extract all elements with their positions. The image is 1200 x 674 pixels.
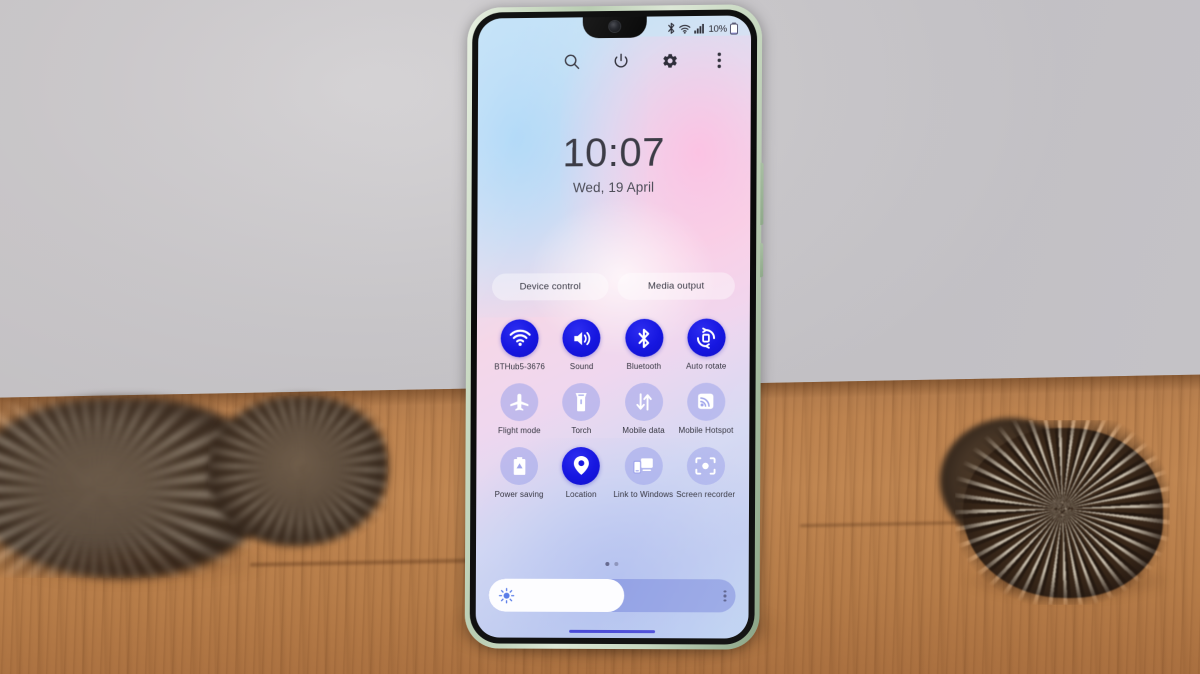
quick-toggle-label: Mobile Hotspot	[678, 425, 734, 435]
wifi-icon	[500, 319, 539, 358]
quick-toggle-flight-mode[interactable]: Flight mode	[488, 382, 550, 436]
pine-cone-shadow	[0, 540, 270, 585]
front-camera	[608, 20, 620, 33]
quick-toggle-wifi[interactable]: BTHub5-3676	[489, 319, 551, 372]
quick-settings-grid: BTHub5-3676 Sound Bluetooth Auto rotate …	[488, 318, 738, 510]
battery-saver-icon	[500, 446, 539, 485]
pine-cone-scales	[955, 420, 1170, 605]
quick-panel-header	[478, 47, 751, 74]
quick-toggle-auto-rotate[interactable]: Auto rotate	[675, 318, 738, 371]
media-output-button[interactable]: Media output	[617, 272, 735, 300]
quick-toggle-mobile-hotspot[interactable]: Mobile Hotspot	[675, 382, 738, 435]
quick-toggle-mobile-data[interactable]: Mobile data	[612, 382, 675, 436]
gesture-home-bar[interactable]	[568, 629, 655, 634]
more-options-icon[interactable]	[707, 48, 731, 72]
page-dot[interactable]	[605, 561, 610, 566]
screen-recorder-icon	[686, 446, 726, 485]
quick-toggle-torch[interactable]: Torch	[550, 382, 612, 436]
bluetooth-icon	[666, 22, 675, 37]
device-control-button[interactable]: Device control	[491, 273, 609, 301]
quick-settings-row: Flight mode Torch Mobile data Mobile Hot…	[488, 382, 737, 435]
quick-toggle-label: BTHub5-3676	[494, 362, 545, 372]
quick-toggle-sound[interactable]: Sound	[551, 319, 613, 372]
quick-toggle-screen-recorder[interactable]: Screen recorder	[674, 446, 737, 499]
clock-widget: 10:07 Wed, 19 April	[478, 130, 751, 196]
quick-toggle-location[interactable]: Location	[550, 446, 612, 499]
auto-rotate-icon	[687, 318, 726, 357]
phone-screen: 10% 10:07 Wed, 19 April Device control M…	[475, 15, 752, 639]
quick-settings-row: BTHub5-3676 Sound Bluetooth Auto rotate	[489, 318, 738, 372]
status-bar: 10%	[666, 22, 739, 38]
quick-toggle-label: Bluetooth	[626, 361, 662, 371]
quick-toggle-label: Torch	[571, 425, 592, 435]
wifi-icon	[678, 23, 690, 37]
smartphone-device: 10% 10:07 Wed, 19 April Device control M…	[464, 4, 764, 650]
search-icon[interactable]	[560, 49, 584, 73]
location-pin-icon	[562, 446, 601, 485]
shortcut-pill-row: Device control Media output	[491, 272, 735, 301]
page-dot[interactable]	[614, 562, 619, 567]
quick-toggle-label: Screen recorder	[676, 489, 736, 499]
battery-icon	[729, 23, 739, 35]
brightness-more-options-icon[interactable]	[723, 589, 727, 602]
display-notch	[582, 15, 647, 39]
brightness-slider[interactable]	[488, 578, 736, 613]
quick-toggle-power-saving[interactable]: Power saving	[488, 446, 550, 500]
battery-percent-label: 10%	[708, 23, 727, 35]
page-indicator	[476, 561, 749, 567]
quick-toggle-label: Auto rotate	[686, 361, 727, 371]
brightness-sun-icon	[499, 587, 515, 603]
quick-toggle-label: Power saving	[494, 489, 544, 499]
quick-toggle-link-to-windows[interactable]: Link to Windows	[612, 446, 675, 499]
settings-gear-icon[interactable]	[658, 48, 682, 72]
quick-toggle-label: Location	[565, 489, 597, 499]
quick-settings-row: Power saving Location Link to Windows Sc…	[488, 446, 737, 499]
quick-toggle-bluetooth[interactable]: Bluetooth	[613, 318, 676, 372]
quick-toggle-label: Flight mode	[498, 425, 541, 435]
flashlight-icon	[562, 382, 601, 421]
hotspot-icon	[686, 382, 726, 421]
clock-date: Wed, 19 April	[572, 179, 655, 196]
clock-time: 10:07	[562, 130, 666, 176]
power-icon[interactable]	[609, 49, 633, 73]
link-to-windows-icon	[624, 446, 663, 485]
volume-button[interactable]	[760, 162, 764, 226]
power-button-physical[interactable]	[760, 243, 764, 278]
sound-icon	[562, 319, 601, 358]
bluetooth-icon	[624, 318, 664, 357]
quick-toggle-label: Sound	[569, 362, 594, 372]
quick-toggle-label: Mobile data	[622, 425, 665, 435]
signal-icon	[693, 22, 704, 36]
airplane-icon	[500, 382, 539, 421]
mobile-data-icon	[624, 382, 663, 421]
pine-cone-scales	[208, 396, 388, 546]
quick-toggle-label: Link to Windows	[613, 489, 674, 499]
